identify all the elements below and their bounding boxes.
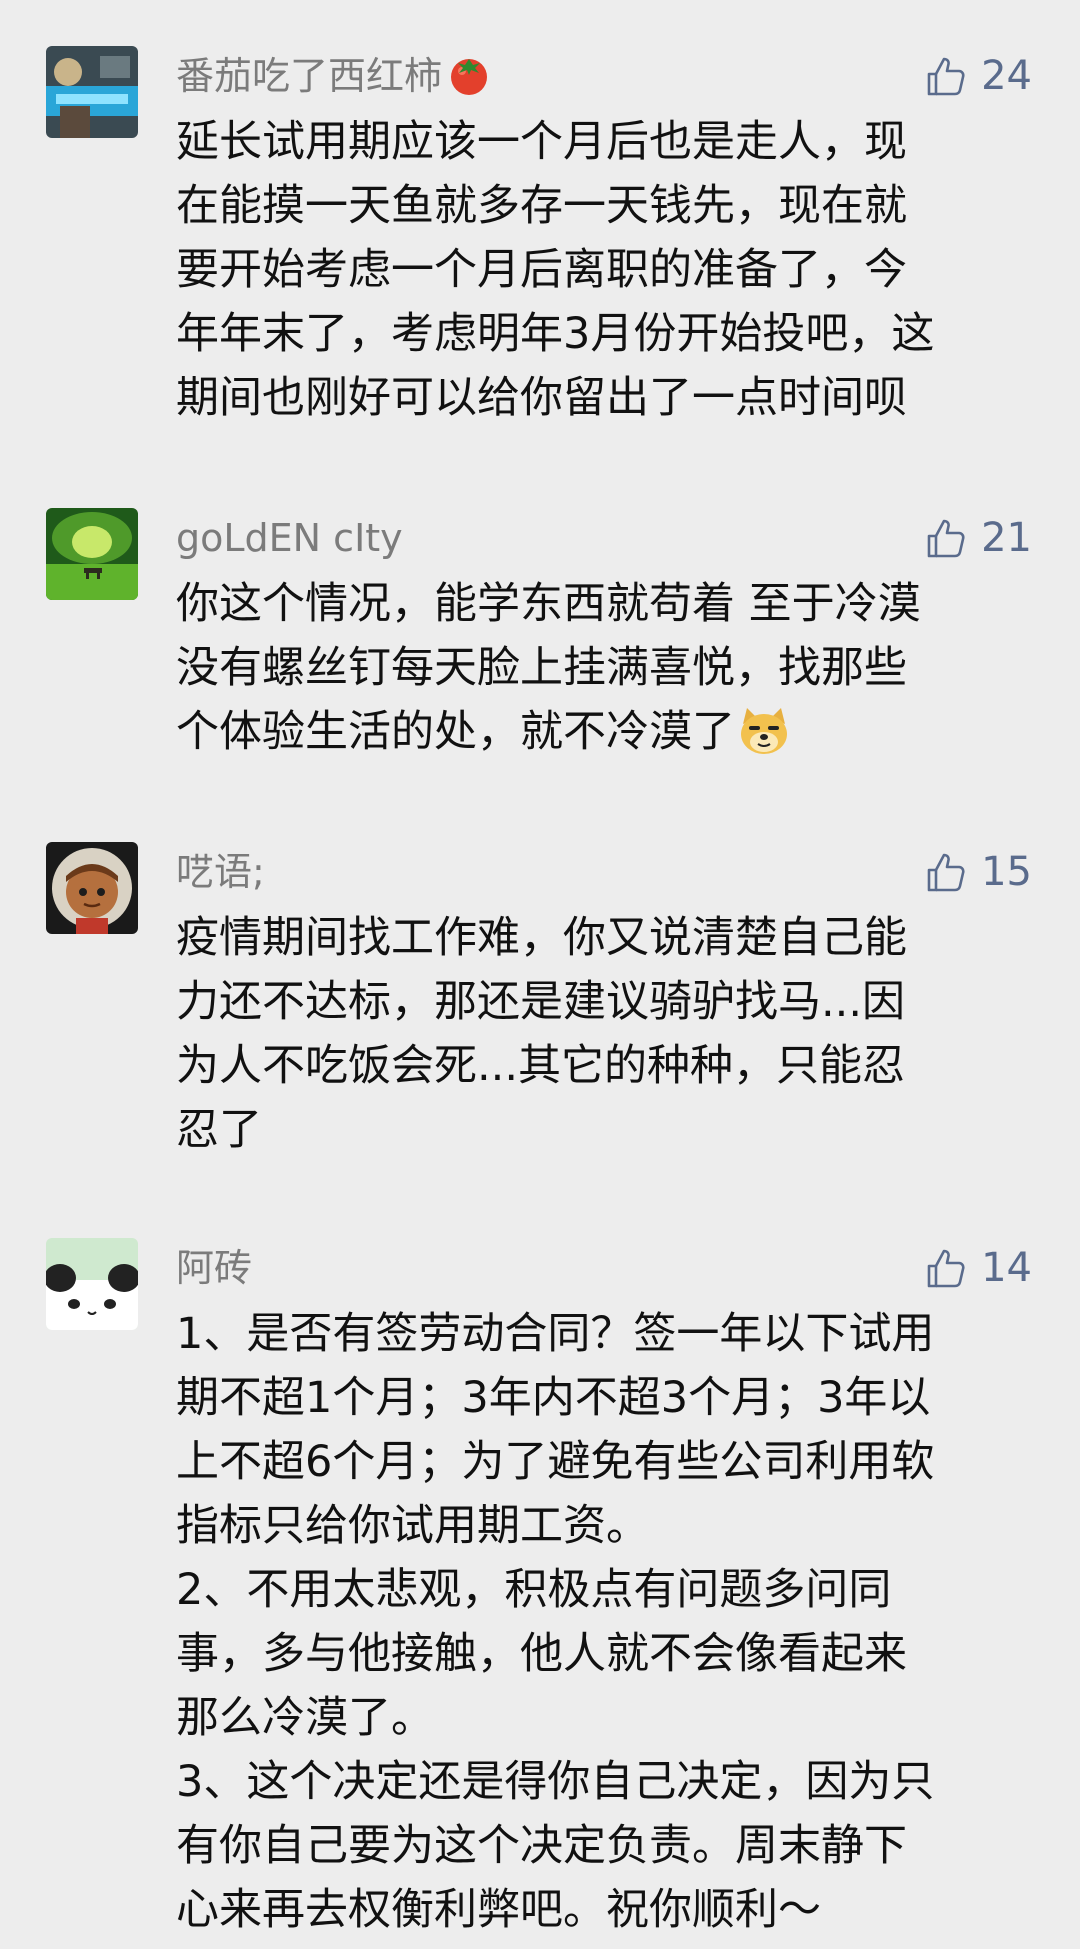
like-button[interactable]: 24 (923, 46, 1032, 106)
username-text: goLdEN cIty (176, 516, 403, 560)
comment-line: 力还不达标，那还是建议骑驴找马...因 (176, 977, 906, 1027)
comment-line: 要开始考虑一个月后离职的准备了，今 (176, 245, 907, 295)
avatar[interactable] (46, 508, 138, 600)
username[interactable]: goLdEN cIty (176, 512, 403, 564)
comment-line: 为人不吃饭会死...其它的种种，只能忍 (176, 1041, 906, 1091)
comment-line: 上不超6个月；为了避免有些公司利用软 (176, 1437, 935, 1487)
comment-line-with-emoji: 个体验生活的处，就不冷漠了 (176, 700, 1036, 776)
comment-line: 事，多与他接触，他人就不会像看起来 (176, 1629, 907, 1679)
comment-line: 3、这个决定还是得你自己决定，因为只 (176, 1757, 935, 1807)
comment-line: 个体验生活的处，就不冷漠了 (176, 707, 735, 757)
like-count: 15 (981, 849, 1032, 895)
avatar[interactable] (46, 46, 138, 138)
comment-line: 心来再去权衡利弊吧。祝你顺利～ (176, 1885, 821, 1935)
comment-line: 期不超1个月；3年内不超3个月；3年以 (176, 1373, 931, 1423)
avatar[interactable] (46, 842, 138, 934)
comment-line: 没有螺丝钉每天脸上挂满喜悦，找那些 (176, 643, 907, 693)
comment-line: 那么冷漠了。 (176, 1693, 434, 1743)
comment-line: 疫情期间找工作难，你又说清楚自己能 (176, 913, 907, 963)
comment-feed: 番茄吃了西红柿 24 延长试用期应该一个月后也是走人，现 在能摸一天鱼就多存一天… (0, 0, 1080, 1949)
thumbs-up-icon (927, 519, 965, 558)
like-count: 14 (981, 1245, 1032, 1291)
thumbs-up-icon (927, 853, 965, 892)
username[interactable]: 阿砖 (176, 1242, 252, 1294)
comment-text: 1、是否有签劳动合同？签一年以下试用 期不超1个月；3年内不超3个月；3年以 上… (176, 1302, 1036, 1942)
comment-text: 延长试用期应该一个月后也是走人，现 在能摸一天鱼就多存一天钱先，现在就 要开始考… (176, 110, 1036, 430)
comment-line: 期间也刚好可以给你留出了一点时间呗 (176, 373, 907, 423)
like-count: 21 (981, 515, 1032, 561)
tomato-icon (446, 51, 492, 110)
comment-text: 你这个情况，能学东西就苟着 至于冷漠 没有螺丝钉每天脸上挂满喜悦，找那些 个体验… (176, 572, 1036, 776)
username-text: 番茄吃了西红柿 (176, 54, 443, 98)
avatar[interactable] (46, 1238, 138, 1330)
comment-line: 你这个情况，能学东西就苟着 至于冷漠 (176, 579, 921, 629)
username[interactable]: 呓语; (176, 846, 265, 898)
thumbs-up-icon (927, 1249, 965, 1288)
username-text: 阿砖 (176, 1246, 253, 1290)
like-count: 24 (981, 53, 1032, 99)
comment-line: 指标只给你试用期工资。 (176, 1501, 649, 1551)
like-button[interactable]: 15 (923, 842, 1032, 902)
comment-line: 2、不用太悲观，积极点有问题多问同 (176, 1565, 892, 1615)
username-text: 呓语; (176, 850, 265, 894)
like-button[interactable]: 14 (923, 1238, 1032, 1298)
username[interactable]: 番茄吃了西红柿 (176, 50, 492, 110)
comment-line: 1、是否有签劳动合同？签一年以下试用 (176, 1309, 935, 1359)
comment-line: 年年末了，考虑明年3月份开始投吧，这 (176, 309, 935, 359)
doge-icon (737, 704, 791, 776)
like-button[interactable]: 21 (923, 508, 1032, 568)
comment-line: 延长试用期应该一个月后也是走人，现 (176, 117, 907, 167)
thumbs-up-icon (927, 57, 965, 96)
comment-text: 疫情期间找工作难，你又说清楚自己能 力还不达标，那还是建议骑驴找马...因 为人… (176, 906, 1036, 1162)
comment-line: 在能摸一天鱼就多存一天钱先，现在就 (176, 181, 907, 231)
comment-line: 有你自己要为这个决定负责。周末静下 (176, 1821, 907, 1871)
comment-line: 忍了 (176, 1105, 262, 1155)
